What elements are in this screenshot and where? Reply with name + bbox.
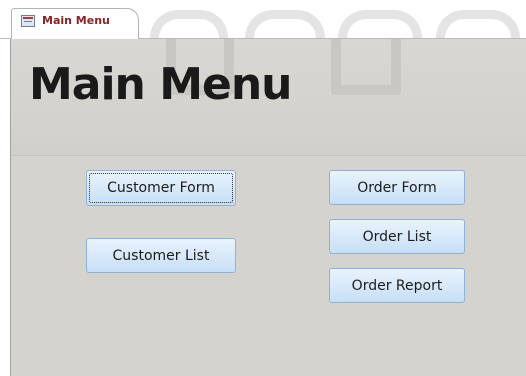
watermark-arc [436,10,520,38]
customer-form-button[interactable]: Customer Form [86,170,236,206]
main-menu-form: Main Menu Customer Form Customer List Or… [10,39,526,376]
form-header: Main Menu [11,39,526,156]
form-icon [21,15,35,27]
page-title: Main Menu [29,59,292,110]
order-form-button[interactable]: Order Form [329,170,465,205]
header-divider [11,155,526,156]
document-tab-strip: Main Menu [0,0,526,40]
order-report-button[interactable]: Order Report [329,268,465,303]
watermark-arc [331,39,401,95]
order-list-button[interactable]: Order List [329,219,465,254]
tab-label: Main Menu [42,14,110,27]
watermark-arc [338,10,422,38]
watermark-arc [245,10,325,38]
watermark-arc [150,10,228,38]
customer-list-button[interactable]: Customer List [86,238,236,273]
tab-main-menu[interactable]: Main Menu [11,8,139,39]
